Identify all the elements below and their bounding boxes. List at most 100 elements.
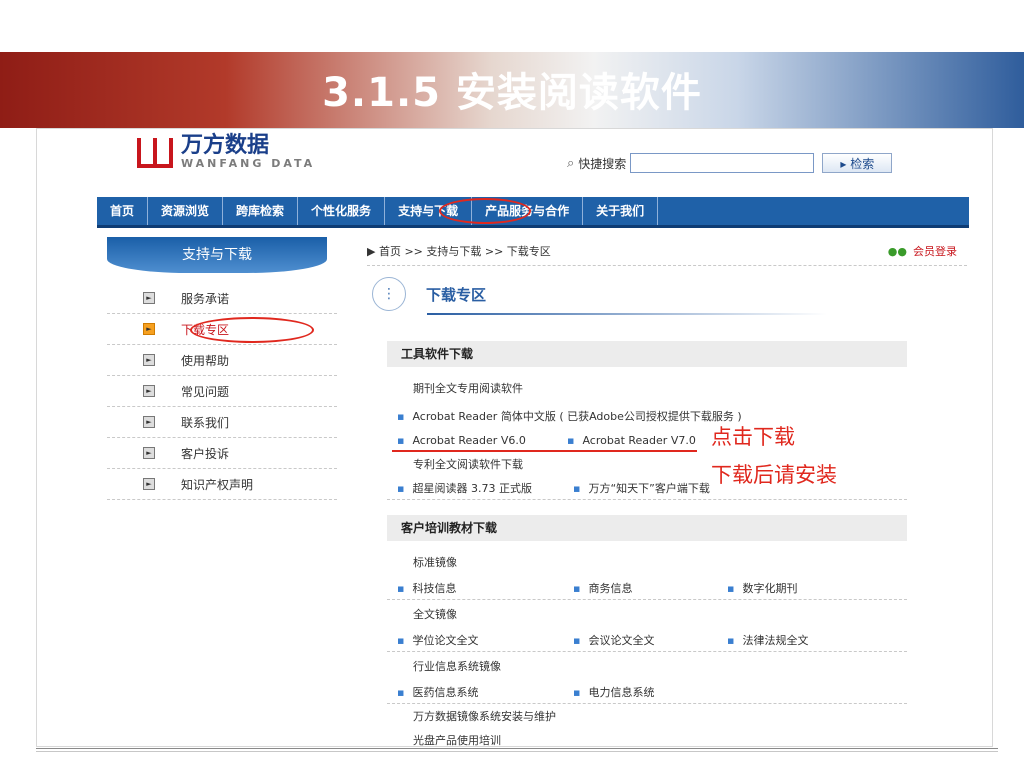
fulltext-row: ▪ 学位论文全文 ▪ 会议论文全文 ▪ 法律法规全文	[387, 631, 907, 652]
std-label: 标准镜像	[387, 553, 907, 573]
fulltext-label-text: 全文镜像	[413, 608, 457, 621]
logo-chinese: 万方数据	[181, 133, 270, 158]
sidebar-item-label: 常见问题	[181, 384, 230, 399]
acrobat-version-row: ▪ Acrobat Reader V6.0 ▪ Acrobat Reader V7.…	[387, 431, 907, 451]
bullet-icon: ▪	[397, 482, 405, 495]
superstar-link[interactable]: 超星阅读器 3.73 正式版	[412, 482, 532, 495]
annotation-install-after: 下载后请安装	[711, 463, 837, 487]
training-header: 客户培训教材下载	[387, 515, 907, 541]
nav-personal[interactable]: 个性化服务	[298, 197, 386, 225]
sidebar-item-label: 客户投诉	[181, 446, 230, 461]
industry-row: ▪ 医药信息系统 ▪ 电力信息系统	[387, 683, 907, 704]
nav-cross-search[interactable]: 跨库检索	[223, 197, 299, 225]
sidebar-item-ip[interactable]: ► 知识产权声明	[107, 469, 337, 500]
section-header: ⋮ 下载专区	[372, 277, 486, 311]
digital-journal-link[interactable]: 数字化期刊	[742, 582, 797, 595]
nav-about[interactable]: 关于我们	[583, 197, 659, 225]
acrobat-cn-row: ▪ Acrobat Reader 简体中文版 ( 已获Adobe公司授权提供下载服…	[387, 407, 907, 427]
conference-link[interactable]: 会议论文全文	[588, 634, 654, 647]
login-link[interactable]: ●● 会员登录	[888, 243, 957, 261]
std-row: ▪ 科技信息 ▪ 商务信息 ▪ 数字化期刊	[387, 579, 907, 600]
bullet-icon: ▪	[573, 686, 581, 699]
quick-search-input[interactable]	[630, 153, 815, 173]
quick-search-label: 快捷搜索	[578, 156, 627, 171]
patent-label-text: 专利全文阅读软件下载	[413, 458, 523, 471]
journal-label: 期刊全文专用阅读软件	[387, 379, 907, 399]
arrow-box-icon: ►	[143, 416, 155, 428]
thesis-link[interactable]: 学位论文全文	[412, 634, 478, 647]
zhitianxia-link[interactable]: 万方“知天下”客户端下载	[588, 482, 709, 495]
acrobat-v6-link[interactable]: Acrobat Reader V6.0	[412, 434, 525, 447]
install-label-text[interactable]: 万方数据镜像系统安装与维护	[387, 710, 556, 723]
arrow-box-icon: ►	[143, 447, 155, 459]
bullet-icon: ▪	[397, 634, 405, 647]
nav-browse[interactable]: 资源浏览	[148, 197, 224, 225]
arrow-box-icon: ►	[143, 323, 155, 335]
bullet-icon: ▪	[573, 482, 581, 495]
highlight-oval-nav	[439, 198, 531, 224]
arrow-box-icon: ►	[143, 354, 155, 366]
sidebar-title: 支持与下载	[107, 237, 327, 273]
business-info-link[interactable]: 商务信息	[588, 582, 632, 595]
fulltext-label: 全文镜像	[387, 605, 907, 625]
sidebar-item-label: 服务承诺	[181, 291, 230, 306]
site-logo[interactable]: 万方数据 WANFANG DATA	[137, 135, 315, 170]
sidebar-item-label: 使用帮助	[181, 353, 230, 368]
annotation-underline	[392, 450, 697, 452]
acrobat-v7-link[interactable]: Acrobat Reader V7.0	[582, 434, 695, 447]
std-label-text: 标准镜像	[413, 556, 457, 569]
bullet-icon: ▪	[397, 410, 405, 423]
bullet-icon: ▪	[727, 582, 735, 595]
acrobat-cn-link[interactable]: Acrobat Reader 简体中文版 ( 已获Adobe公司授权提供下载服务…	[412, 410, 741, 423]
users-icon: ●●	[887, 245, 907, 258]
slide-title: 3.1.5 安装阅读软件	[322, 70, 702, 116]
search-icon: ⌕	[567, 155, 575, 171]
annotation-click-download: 点击下载	[711, 425, 795, 449]
bullet-icon: ▪	[573, 634, 581, 647]
sidebar-item-complaint[interactable]: ► 客户投诉	[107, 438, 337, 469]
search-button[interactable]: ▸ 检索	[822, 153, 893, 173]
bullet-icon: ▪	[567, 434, 575, 447]
nav-home[interactable]: 首页	[97, 197, 149, 225]
tools-header: 工具软件下载	[387, 341, 907, 367]
section-title: 下载专区	[426, 285, 487, 304]
bullet-icon: ▪	[573, 582, 581, 595]
industry-label: 行业信息系统镜像	[387, 657, 907, 677]
footer-rule-secondary	[36, 751, 998, 752]
cut-label-text: 光盘产品使用培训	[413, 734, 501, 747]
section-underline	[427, 313, 827, 315]
sidebar-menu: ► 服务承诺 ► 下载专区 ► 使用帮助 ► 常见问题 ► 联系我们 ► 客户投诉 ► 知识产…	[107, 283, 337, 500]
medical-link[interactable]: 医药信息系统	[412, 686, 478, 699]
login-label: 会员登录	[913, 245, 957, 258]
cut-label: 光盘产品使用培训	[387, 731, 907, 747]
breadcrumb: ▶ 首页 >> 支持与下载 >> 下载专区 ●● 会员登录	[367, 243, 967, 266]
journal-label-text: 期刊全文专用阅读软件	[413, 382, 523, 395]
install-label: 万方数据镜像系统安装与维护	[387, 707, 907, 727]
logo-mark-icon	[137, 137, 173, 168]
bullet-icon: ▪	[397, 582, 405, 595]
tech-info-link[interactable]: 科技信息	[412, 582, 456, 595]
power-link[interactable]: 电力信息系统	[588, 686, 654, 699]
wanfang-site: 万方数据 WANFANG DATA ⌕ 快捷搜索 ▸ 检索 首页 资源浏览 跨库…	[97, 129, 969, 746]
law-link[interactable]: 法律法规全文	[742, 634, 808, 647]
bullet-icon: ▪	[397, 434, 405, 447]
quick-search: ⌕ 快捷搜索 ▸ 检索	[567, 153, 893, 173]
bullet-icon: ▪	[397, 686, 405, 699]
sidebar-item-faq[interactable]: ► 常见问题	[107, 376, 337, 407]
sidebar-item-help[interactable]: ► 使用帮助	[107, 345, 337, 376]
sidebar-item-label: 知识产权声明	[181, 477, 254, 492]
footer-rule	[36, 748, 998, 749]
screenshot-frame: 万方数据 WANFANG DATA ⌕ 快捷搜索 ▸ 检索 首页 资源浏览 跨库…	[36, 128, 993, 747]
highlight-oval-sidebar	[190, 317, 314, 343]
arrow-box-icon: ►	[143, 478, 155, 490]
industry-label-text: 行业信息系统镜像	[413, 660, 501, 673]
arrow-box-icon: ►	[143, 292, 155, 304]
bullet-icon: ▪	[727, 634, 735, 647]
sidebar-item-service[interactable]: ► 服务承诺	[107, 283, 337, 314]
main-nav: 首页 资源浏览 跨库检索 个性化服务 支持与下载 产品服务与合作 关于我们	[97, 197, 969, 228]
logo-english: WANFANG DATA	[181, 157, 316, 170]
download-circle-icon: ⋮	[372, 277, 406, 311]
sidebar-item-label: 联系我们	[181, 415, 230, 430]
breadcrumb-text[interactable]: ▶ 首页 >> 支持与下载 >> 下载专区	[367, 245, 551, 258]
sidebar-item-contact[interactable]: ► 联系我们	[107, 407, 337, 438]
